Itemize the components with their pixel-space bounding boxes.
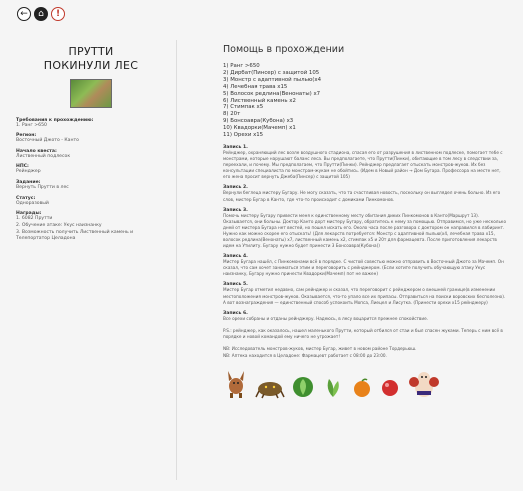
record-text: Мистер Бугара нашёл, с Пинкомонами всё в… (223, 259, 504, 277)
kabuto-creature-image (255, 382, 285, 399)
step-item: 3) Монстр с адаптивной пылью(х4 (223, 76, 322, 83)
step-item: 4) Лечебная трава x15 (223, 83, 288, 90)
herb-leaves-image (327, 379, 339, 398)
record-entry: Запись 3. Помочь мистеру Бугару привести… (223, 208, 508, 250)
requirements-value: 1. Ранг >650 (16, 122, 47, 128)
quest-thumbnail-image (70, 78, 112, 108)
step-item: 1) Ранг >650 (223, 63, 260, 69)
step-item: 7) Стимпак x5 (223, 104, 264, 111)
exclamation-icon[interactable]: ! (51, 7, 65, 21)
top-navigation: ← ⌂ ! (17, 7, 65, 21)
region-value: Восточный Джото - Канто (16, 138, 79, 144)
quest-title: ПРУТТИ ПОКИНУЛИ ЛЕС (43, 45, 139, 72)
record-text: Вернули беглеца мистеру Бугару. Не могу … (223, 190, 501, 202)
ps-note: P.S.: рейнджер, как оказалось, нашел мал… (223, 327, 503, 339)
step-item: 11) Орехи x15 (223, 132, 264, 139)
start-value: Лиственный подлесок (16, 153, 71, 159)
step-item: 5) Волосок редлина(Венонаты) x7 (223, 90, 321, 97)
record-entry: Запись 4. Мистер Бугара нашёл, с Пинкомо… (223, 254, 508, 277)
reward-item: 3. Возможность получить Лиственный камен… (16, 229, 134, 242)
record-text: Все орехи собраны и отданы рейнджеру. На… (223, 315, 429, 321)
step-item: 10) Квадорки(Мачемп) x1 (223, 125, 296, 132)
step-item: 2) Дирбат(Пинсер) с защитой 105 (223, 69, 320, 76)
record-entry: Запись 6. Все орехи собраны и отданы рей… (223, 311, 508, 322)
orange-fruit-image (354, 378, 370, 398)
record-text: Помочь мистеру Бугару привести меня к ед… (223, 212, 507, 249)
steps-list: 1) Ранг >650 2) Дирбат(Пинсер) с защитой… (223, 63, 508, 139)
nb-note: NB: Аптека находится в Целадоне: Фармаце… (223, 353, 387, 359)
guide-panel: Помощь в прохождении 1) Ранг >650 2) Дир… (223, 44, 508, 399)
home-icon[interactable]: ⌂ (34, 7, 48, 21)
back-arrow-icon[interactable]: ← (17, 7, 31, 21)
machamp-creature-image (409, 372, 439, 398)
record-text: Рейнджер, охраняющий лес возле воздушног… (223, 149, 503, 180)
step-item: 9) Бонсоавра(Кубона) x3 (223, 118, 294, 125)
creature-images-row (223, 369, 508, 399)
record-entry: Запись 2. Вернули беглеца мистеру Бугару… (223, 185, 508, 202)
nb-note: NB: Исследователь монстров-жуков, мистер… (223, 346, 417, 352)
leaf-stone-image (293, 377, 313, 398)
quest-info-panel: ПРУТТИ ПОКИНУЛИ ЛЕС Требования к прохожд… (16, 45, 166, 243)
step-item: 6) Лиственный камень x2 (223, 97, 296, 104)
guide-heading: Помощь в прохождении (223, 44, 345, 55)
column-divider (176, 40, 177, 480)
pinsir-creature-image (228, 371, 244, 399)
record-entry: Запись 1. Рейнджер, охраняющий лес возле… (223, 145, 508, 180)
task-value: Вернуть Прутти в лес (16, 185, 69, 191)
reward-item: 2. Обучение атаке: Укус наизнанку (16, 223, 102, 229)
record-entry: Запись 5. Мистер Бугар отметил недавно, … (223, 282, 508, 305)
step-item: 8) 20т (223, 111, 241, 118)
npc-value: Рейнджер (16, 169, 41, 175)
red-ball-image (382, 380, 398, 397)
record-text: Мистер Бугар отметил недавно, сам рейндж… (223, 287, 506, 305)
status-value: Одноразовый (16, 200, 49, 206)
